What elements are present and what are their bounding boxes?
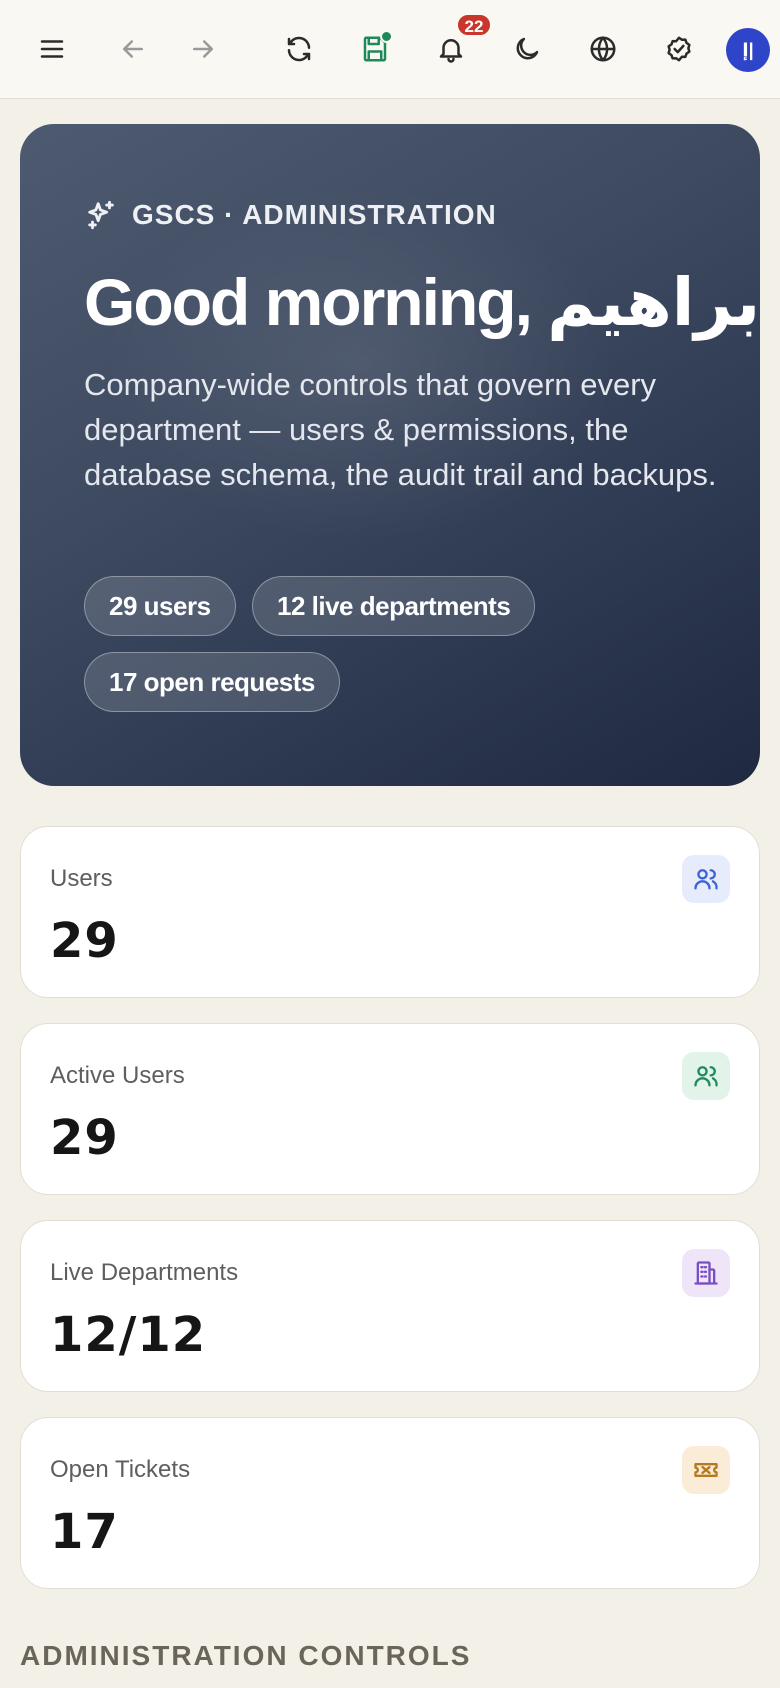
stat-value: 12/12: [50, 1307, 207, 1363]
forward-button[interactable]: [179, 25, 227, 73]
hero-eyebrow: GSCS · ADMINISTRATION: [84, 198, 497, 232]
welcome-hero: GSCS · ADMINISTRATION Good morning, إبرا…: [20, 124, 760, 786]
verified-badge-icon: [667, 36, 691, 62]
menu-icon: [40, 40, 64, 58]
bell-icon: [439, 39, 463, 63]
stat-card-open-tickets[interactable]: Open Tickets 17: [20, 1417, 760, 1589]
stat-label: Active Users: [50, 1062, 185, 1089]
top-bar: 22 إ|: [0, 0, 780, 99]
users-icon: [682, 1052, 730, 1100]
moon-icon: [516, 37, 539, 60]
sparkles-icon: [88, 200, 114, 230]
stat-value: 17: [50, 1504, 119, 1560]
users-icon: [682, 855, 730, 903]
stat-label: Live Departments: [50, 1259, 239, 1286]
globe-icon: [590, 36, 616, 62]
greeting-title: Good morning, إبراهيم: [84, 265, 760, 339]
language-button[interactable]: [579, 25, 627, 73]
notification-count-badge: 22: [456, 13, 492, 37]
save-status-dot: [380, 30, 393, 43]
user-avatar[interactable]: إ|: [726, 28, 770, 72]
stat-card-active-users[interactable]: Active Users 29: [20, 1023, 760, 1195]
stat-card-users[interactable]: Users 29: [20, 826, 760, 998]
stat-label: Users: [50, 865, 113, 892]
back-arrow-icon: [123, 40, 143, 58]
notifications-button[interactable]: 22: [427, 13, 492, 73]
section-heading: ADMINISTRATION CONTROLS: [20, 1640, 472, 1671]
hero-eyebrow-text: GSCS · ADMINISTRATION: [132, 199, 497, 230]
theme-toggle-button[interactable]: [503, 25, 551, 73]
stat-value: 29: [50, 913, 119, 969]
ticket-icon: [682, 1446, 730, 1494]
verified-button[interactable]: [655, 25, 703, 73]
building-icon: [682, 1249, 730, 1297]
stat-card-live-departments[interactable]: Live Departments 12/12: [20, 1220, 760, 1392]
stat-value: 29: [50, 1110, 119, 1166]
refresh-icon: [287, 36, 311, 62]
save-status-button[interactable]: [351, 25, 399, 73]
refresh-button[interactable]: [275, 25, 323, 73]
chip-open-requests: 17 open requests: [84, 652, 340, 712]
menu-button[interactable]: [28, 25, 76, 73]
forward-arrow-icon: [193, 40, 213, 58]
chip-live-departments: 12 live departments: [252, 576, 536, 636]
stat-label: Open Tickets: [50, 1456, 191, 1483]
chip-users: 29 users: [84, 576, 236, 636]
hero-description: Company-wide controls that govern every …: [84, 367, 717, 492]
back-button[interactable]: [109, 25, 157, 73]
